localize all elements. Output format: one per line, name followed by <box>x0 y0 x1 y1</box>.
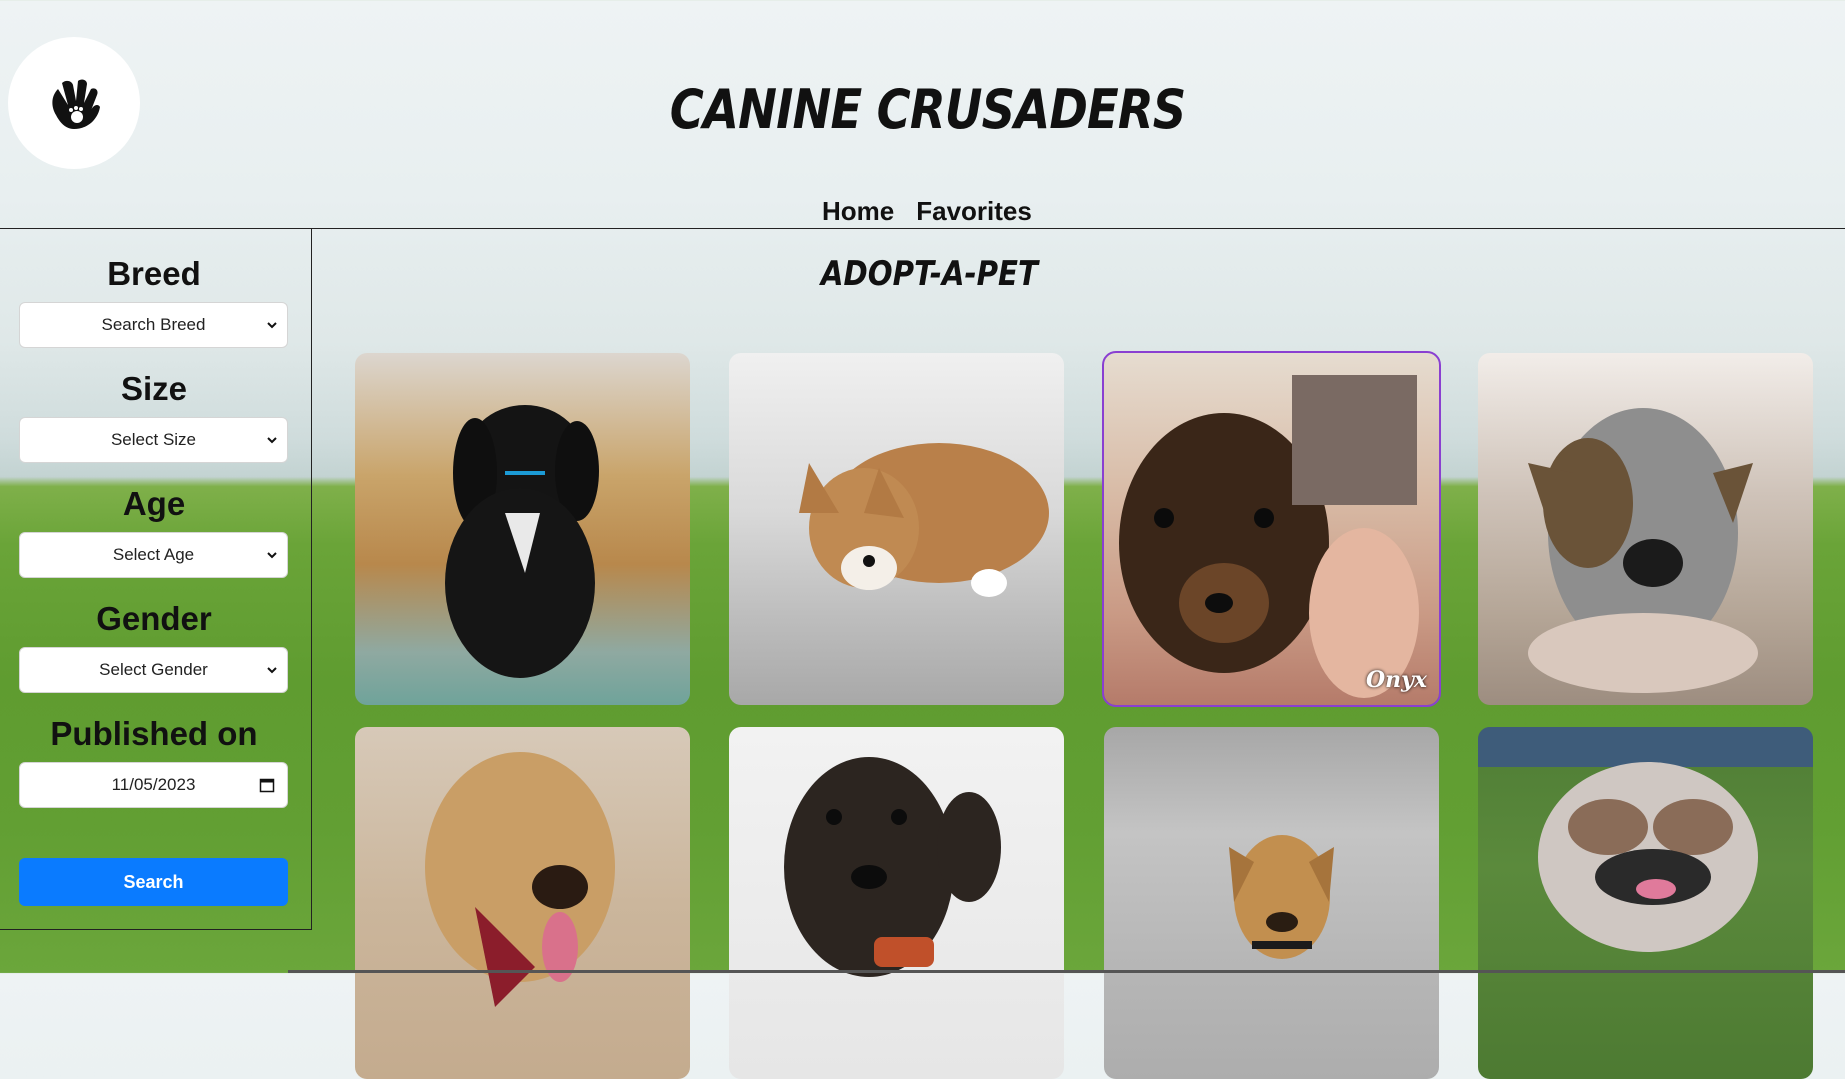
hand-paw-icon <box>52 79 100 129</box>
pet-card[interactable] <box>729 727 1064 1079</box>
pet-photo <box>1478 727 1813 952</box>
nav-favorites-link[interactable]: Favorites <box>916 196 1032 227</box>
pet-card[interactable] <box>729 353 1064 705</box>
gender-label: Gender <box>96 600 212 637</box>
site-logo[interactable] <box>8 37 140 169</box>
pet-photo <box>1229 835 1334 959</box>
pet-card[interactable] <box>355 727 690 1079</box>
pet-card[interactable] <box>1104 727 1439 1079</box>
size-select-value: Select Size <box>110 430 197 449</box>
pet-card[interactable] <box>355 353 690 705</box>
gender-select[interactable]: Select Gender <box>19 647 288 693</box>
site-header: CANINE CRUSADERS Home Favorites <box>0 0 1845 228</box>
pet-photo <box>1528 408 1758 693</box>
chevron-down-icon <box>267 667 277 674</box>
section-title: ADOPT-A-PET <box>820 254 1038 294</box>
site-title: CANINE CRUSADERS <box>669 78 1186 141</box>
breed-select[interactable]: Search Breed <box>19 302 288 348</box>
calendar-icon[interactable] <box>259 777 275 793</box>
pet-photo <box>445 405 599 678</box>
pet-card[interactable]: Onyx <box>1102 351 1441 707</box>
pet-photo <box>799 443 1049 597</box>
nav-home-link[interactable]: Home <box>822 196 894 227</box>
pet-card-caption: Onyx <box>1365 667 1427 693</box>
breed-label: Breed <box>107 255 201 292</box>
chevron-down-icon <box>267 322 277 329</box>
filter-sidebar: Breed Search Breed Size Select Size Age … <box>0 229 312 930</box>
published-date-value: 11/05/2023 <box>111 775 196 794</box>
size-select[interactable]: Select Size <box>19 417 288 463</box>
pet-card[interactable] <box>1478 353 1813 705</box>
published-date-input[interactable]: 11/05/2023 <box>19 762 288 808</box>
pet-card[interactable] <box>1478 727 1813 1079</box>
age-label: Age <box>122 485 186 522</box>
size-label: Size <box>120 370 188 407</box>
search-button[interactable]: Search <box>19 858 288 906</box>
inset-photo <box>1292 375 1417 505</box>
chevron-down-icon <box>267 552 277 559</box>
gender-select-value: Select Gender <box>99 660 208 679</box>
chevron-down-icon <box>267 437 277 444</box>
age-select-value: Select Age <box>112 545 195 564</box>
age-select[interactable]: Select Age <box>19 532 288 578</box>
published-label: Published on <box>50 715 258 752</box>
main-nav: Home Favorites <box>822 196 1032 227</box>
pet-photo <box>784 757 1001 977</box>
pet-photo <box>425 752 615 1007</box>
breed-select-value: Search Breed <box>101 315 206 334</box>
